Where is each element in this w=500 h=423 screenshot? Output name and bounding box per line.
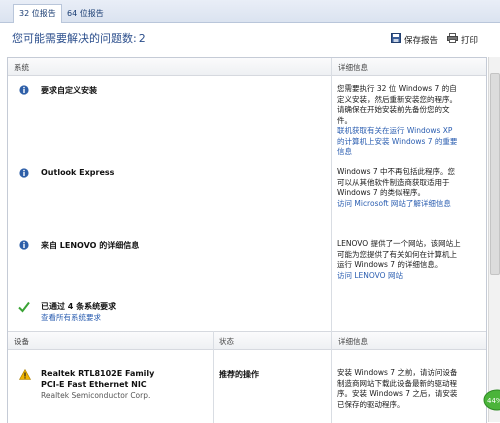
issue-link[interactable]: 访问 Microsoft 网站了解详细信息	[337, 199, 462, 210]
progress-badge-text: 44%	[487, 397, 500, 405]
issue-details: LENOVO 提供了一个网站，该网站上可能为您提供了有关如何在计算机上运行 Wi…	[337, 239, 462, 281]
issue-title: Outlook Express	[41, 168, 115, 177]
tab-64bit-report[interactable]: 64 位报告	[62, 5, 109, 22]
print-button[interactable]: 打印	[447, 33, 478, 46]
tab-32bit-report[interactable]: 32 位报告	[13, 4, 62, 23]
issue-details-text: LENOVO 提供了一个网站，该网站上可能为您提供了有关如何在计算机上运行 Wi…	[337, 239, 461, 269]
column-divider	[331, 331, 332, 423]
compatibility-report-panel: 系统 详细信息 要求自定义安装 您需要执行 32 位 Windows 7 的自定…	[7, 57, 487, 423]
device-name-line2: PCI-E Fast Ethernet NIC	[41, 380, 147, 389]
issues-label: 您可能需要解决的问题数:	[12, 32, 137, 45]
system-header: 系统 详细信息	[8, 58, 486, 76]
issue-details: Windows 7 中不再包括此程序。您可以从其他软件制造商获取适用于 Wind…	[337, 167, 462, 209]
issue-link[interactable]: 联机获取有关在运行 Windows XP 的计算机上安装 Windows 7 的…	[337, 126, 462, 158]
col-device: 设备	[14, 337, 29, 346]
column-divider	[331, 58, 332, 331]
info-icon	[19, 85, 29, 95]
col-system: 系统	[14, 63, 29, 72]
col-status: 状态	[219, 337, 234, 346]
issue-title: 要求自定义安装	[41, 86, 97, 95]
save-report-label: 保存报告	[404, 35, 439, 46]
device-name-line1: Realtek RTL8102E Family	[41, 369, 155, 378]
save-icon	[391, 33, 401, 46]
device-vendor: Realtek Semiconductor Corp.	[41, 391, 151, 400]
issue-details-text: 您需要执行 32 位 Windows 7 的自定义安装，然后重新安装您的程序。请…	[337, 84, 457, 125]
view-all-requirements-link[interactable]: 查看所有系统要求	[41, 312, 101, 323]
vertical-scrollbar[interactable]	[488, 57, 500, 422]
passed-requirements-title: 已通过 4 条系统要求	[41, 302, 117, 311]
scrollbar-thumb[interactable]	[490, 73, 500, 275]
col-details: 详细信息	[338, 63, 368, 72]
printer-icon	[447, 33, 458, 46]
device-header: 设备 状态 详细信息	[8, 331, 486, 350]
page-title: 您可能需要解决的问题数: 2	[12, 30, 146, 46]
info-icon	[19, 168, 29, 178]
issue-details-text: Windows 7 中不再包括此程序。您可以从其他软件制造商获取适用于 Wind…	[337, 167, 456, 197]
device-status: 推荐的操作	[219, 370, 259, 379]
checkmark-icon	[18, 301, 30, 313]
issue-link[interactable]: 访问 LENOVO 网站	[337, 271, 462, 282]
info-icon	[19, 240, 29, 250]
report-tabbar: 32 位报告 64 位报告	[0, 0, 500, 23]
print-label: 打印	[461, 35, 479, 46]
save-report-button[interactable]: 保存报告	[391, 33, 438, 46]
col-details: 详细信息	[338, 337, 368, 346]
issue-title: 来自 LENOVO 的详细信息	[41, 241, 140, 250]
device-details: 安装 Windows 7 之前，请访问设备制造商网站下载此设备最新的驱动程序。安…	[337, 368, 458, 409]
issue-details: 您需要执行 32 位 Windows 7 的自定义安装，然后重新安装您的程序。请…	[337, 84, 462, 158]
progress-badge-icon: 44%	[483, 389, 500, 411]
issues-count: 2	[138, 32, 146, 45]
column-divider	[213, 331, 214, 423]
warning-icon	[19, 369, 31, 380]
